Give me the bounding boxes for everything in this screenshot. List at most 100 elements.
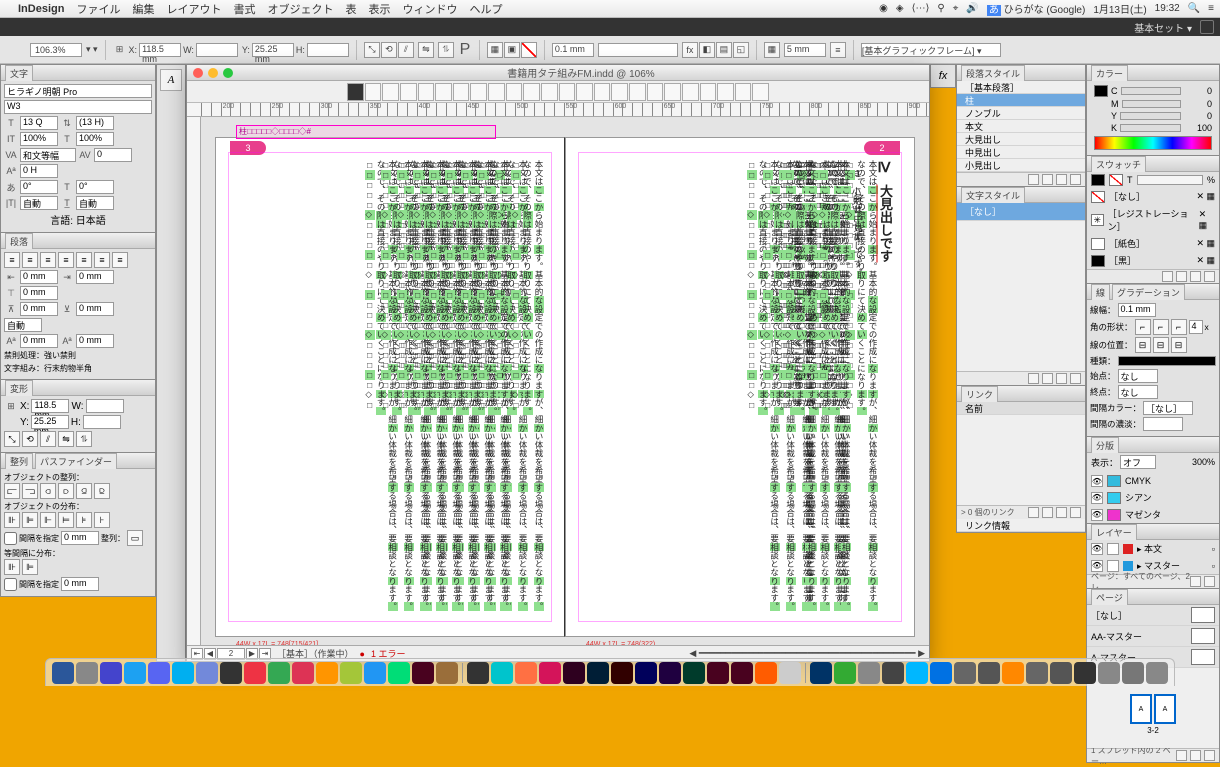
dock-app-icon[interactable] [124, 662, 146, 684]
dock-app-icon[interactable] [436, 662, 458, 684]
menu-window[interactable]: ウィンドウ [402, 1, 457, 17]
dock-app-icon[interactable] [1002, 662, 1024, 684]
paragraph-style-item[interactable]: 柱 [957, 94, 1085, 107]
ime-indicator[interactable]: あ ひらがな (Google) [987, 1, 1085, 16]
link-info-label[interactable]: リンク情報 [957, 519, 1085, 532]
skew[interactable]: 0° [76, 180, 114, 194]
dock-app-icon[interactable] [539, 662, 561, 684]
swatch-item[interactable]: ［なし］✕ ▦ [1087, 188, 1219, 205]
font-weight[interactable]: W3 [4, 100, 152, 114]
horizontal-ruler[interactable]: 2002503003504004505005506006507007508008… [187, 103, 929, 117]
dock-app-icon[interactable] [340, 662, 362, 684]
x-field[interactable]: 118.5 mm [139, 43, 181, 57]
dock-app-icon[interactable] [906, 662, 928, 684]
object-style[interactable]: [基本グラフィックフレーム] ▾ [861, 43, 1001, 57]
paragraph-style-item[interactable]: 小見出し [957, 159, 1085, 172]
dock-app-icon[interactable] [467, 662, 489, 684]
panel-tab-align[interactable]: 整列 [5, 453, 33, 469]
auto1[interactable]: 自動 [20, 196, 58, 210]
rotate-icon[interactable]: ⟲ [381, 42, 397, 58]
dock-app-icon[interactable] [659, 662, 681, 684]
search-icon[interactable] [1200, 20, 1214, 34]
menu-file[interactable]: ファイル [76, 1, 120, 17]
stroke-weight[interactable]: 0.1 mm [552, 43, 594, 57]
paragraph-style-item[interactable]: 本文 [957, 120, 1085, 133]
paragraph-style-item[interactable]: 中見出し [957, 146, 1085, 159]
kerning[interactable]: 和文等幅 [20, 148, 76, 162]
vertical-ruler[interactable] [187, 117, 201, 645]
dock-app-icon[interactable] [292, 662, 314, 684]
y-field[interactable]: 25.25 mm [252, 43, 294, 57]
tracking[interactable]: 0 [94, 148, 132, 162]
separation-row[interactable]: 👁CMYK [1087, 473, 1219, 489]
paragraph-style-item[interactable]: ノンブル [957, 107, 1085, 120]
style-none[interactable]: ［なし］ [957, 203, 1085, 221]
running-head-frame[interactable]: 柱□□□□□◇□□□□◇# [236, 125, 496, 139]
dock-app-icon[interactable] [1074, 662, 1096, 684]
grid-icon[interactable]: ▦ [764, 42, 780, 58]
flip-v-icon[interactable]: ⥮ [438, 42, 454, 58]
color-spectrum[interactable] [1094, 136, 1212, 150]
zoom-button[interactable] [223, 68, 233, 78]
use-spacing-checkbox[interactable] [4, 532, 17, 545]
text-column[interactable]: Ⅳ 大見出しです １ これは中見出しです。 本文はここから始まります。基本的な設… [880, 160, 894, 618]
dock-app-icon[interactable] [220, 662, 242, 684]
paragraph-style-item[interactable]: 大見出し [957, 133, 1085, 146]
dock-app-icon[interactable] [810, 662, 832, 684]
swatch-item[interactable]: ［黒］✕ ▦ [1087, 252, 1219, 269]
shear-icon[interactable]: ⫽ [398, 42, 414, 58]
use-spacing-checkbox-2[interactable] [4, 578, 17, 591]
effects-panel-icon[interactable]: fx [930, 64, 956, 88]
fill-icon[interactable]: ▦ [487, 42, 503, 58]
mojikumi-label[interactable]: 文字組み：行末約物半角 [4, 363, 92, 374]
zoom-level[interactable]: 106.3% [30, 43, 82, 57]
panel-tab-paragraph[interactable]: 段落 [5, 233, 33, 249]
minimize-button[interactable] [208, 68, 218, 78]
ty[interactable]: 25.25 mm [31, 415, 69, 429]
dock-app-icon[interactable] [244, 662, 266, 684]
canvas[interactable]: 柱□□□□□◇□□□□◇# 3 本文はここから始まります。基本的な設定での作成に… [201, 117, 929, 645]
grid-size[interactable]: 5 mm [784, 43, 826, 57]
dock-app-icon[interactable] [755, 662, 777, 684]
swatch-item[interactable]: ［紙色］✕ ▦ [1087, 235, 1219, 252]
baseline[interactable]: 0 H [20, 164, 58, 178]
panel-tab-pathfinder[interactable]: パスファインダー [35, 453, 117, 469]
stroke-style[interactable] [598, 43, 678, 57]
dock-app-icon[interactable] [978, 662, 1000, 684]
scale-icon[interactable]: ⤡ [364, 42, 380, 58]
dock-app-icon[interactable] [364, 662, 386, 684]
hscale[interactable]: 100% [76, 132, 114, 146]
corner-icon[interactable]: ◱ [733, 42, 749, 58]
layer-row[interactable]: 👁▸ 本文▫ [1087, 540, 1219, 557]
dock-app-icon[interactable] [930, 662, 952, 684]
dock-app-icon[interactable] [76, 662, 98, 684]
app-name[interactable]: InDesign [18, 3, 64, 15]
menu-layout[interactable]: レイアウト [166, 1, 221, 17]
dock-app-icon[interactable] [1122, 662, 1144, 684]
font-family[interactable]: ヒラギノ明朝 Pro [4, 84, 152, 98]
menu-view[interactable]: 表示 [368, 1, 390, 17]
vscale[interactable]: 100% [20, 132, 58, 146]
panel-tab-character[interactable]: 文字 [5, 65, 33, 81]
dock-app-icon[interactable] [954, 662, 976, 684]
leading[interactable]: (13 H) [76, 116, 114, 130]
menu-table[interactable]: 表 [345, 1, 356, 17]
align-icon[interactable]: ≡ [830, 42, 846, 58]
menu-object[interactable]: オブジェクト [267, 1, 333, 17]
dock-app-icon[interactable] [1026, 662, 1048, 684]
dock-app-icon[interactable] [412, 662, 434, 684]
menu-help[interactable]: ヘルプ [469, 1, 502, 17]
dock-app-icon[interactable] [491, 662, 513, 684]
page-left[interactable]: 柱□□□□□◇□□□□◇# 3 本文はここから始まります。基本的な設定での作成に… [215, 137, 565, 637]
fx-icon[interactable]: fx [682, 42, 698, 58]
align-icon[interactable]: ≡ [4, 252, 20, 268]
none-icon[interactable] [521, 42, 537, 58]
dropcap[interactable]: 0 mm [20, 334, 58, 348]
dock-app-icon[interactable] [148, 662, 170, 684]
kinsoku-label[interactable]: 禁則処理：強い禁則 [4, 350, 76, 361]
dock-app-icon[interactable] [196, 662, 218, 684]
ref-point-icon[interactable]: ⊞ [113, 43, 127, 57]
dock-app-icon[interactable] [316, 662, 338, 684]
preflight-icon[interactable]: ● [360, 649, 365, 659]
page-right[interactable]: 2 Ⅳ 大見出しです １ これは中見出しです。 本文はここから始まります。基本的… [565, 137, 915, 637]
